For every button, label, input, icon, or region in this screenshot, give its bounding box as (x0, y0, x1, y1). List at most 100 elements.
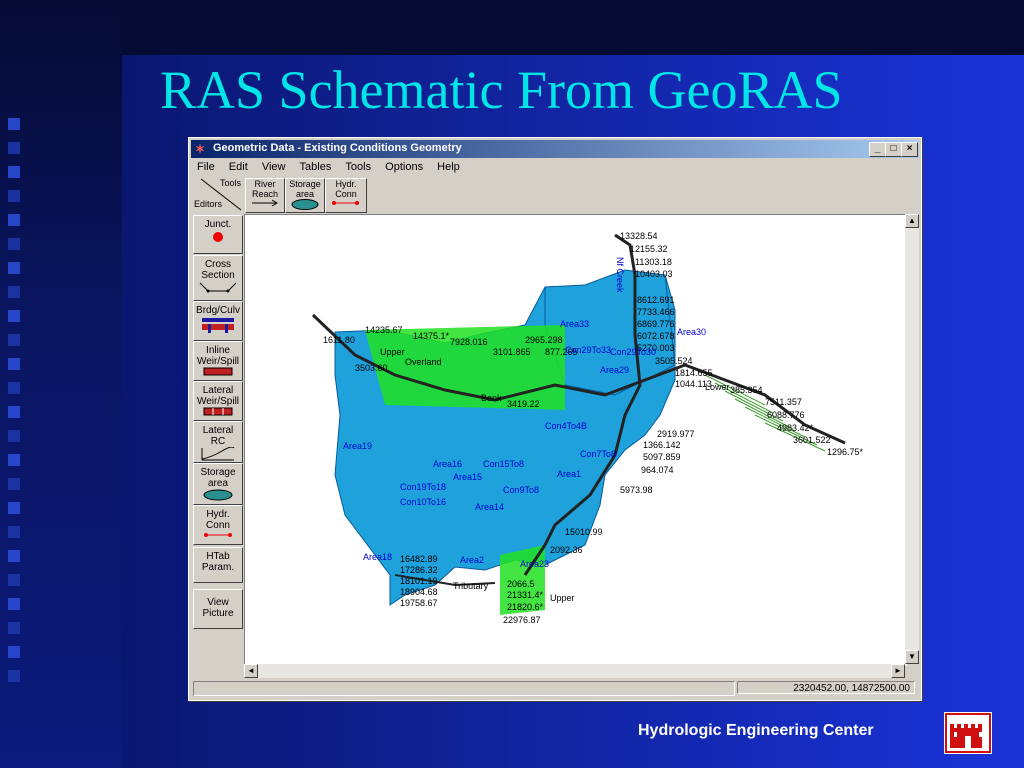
area-label: Area29 (600, 365, 629, 375)
station-label: 3101.865 (493, 347, 531, 357)
station-label: 6072.678 (637, 331, 675, 341)
station-label: 13328.54 (620, 231, 658, 241)
lateral-weir-button[interactable]: Lateral Weir/Spill (193, 381, 243, 421)
lateral-weir-label-2: Weir/Spill (196, 396, 240, 407)
vertical-scrollbar[interactable]: ▲ ▼ (905, 214, 919, 664)
htab-param-button[interactable]: HTab Param. (193, 547, 243, 583)
station-label: 6869.776 (637, 319, 675, 329)
hydr-conn-icon (204, 533, 232, 537)
station-label: 21820.6* (507, 602, 544, 612)
storage-area-label-1: Storage (289, 179, 321, 189)
station-label: 17286.32 (400, 565, 438, 575)
horizontal-scrollbar[interactable]: ◄ ► (244, 664, 905, 678)
area-label: Area1 (557, 469, 581, 479)
storage-area-icon (291, 199, 319, 210)
scroll-down-button[interactable]: ▼ (905, 650, 919, 664)
hydr-conn-label-2: Conn (335, 189, 357, 199)
menu-edit[interactable]: Edit (223, 159, 253, 173)
connection-label: Con4To4B (545, 421, 587, 431)
hydr-conn-button[interactable]: Hydr. Conn (325, 178, 367, 213)
htab-label-2: Param. (201, 562, 235, 573)
station-label: 964.074 (641, 465, 674, 475)
station-label: 3601.522 (793, 435, 831, 445)
connection-label: Con10To16 (400, 497, 446, 507)
connection-label: Con9To8 (503, 485, 539, 495)
window-titlebar[interactable]: ✶ Geometric Data - Existing Conditions G… (191, 140, 919, 158)
hydr-conn-side-label-1: Hydr. (206, 509, 230, 520)
hydr-conn-label-1: Hydr. (335, 179, 357, 189)
maximize-button[interactable]: □ (885, 142, 902, 157)
river-reach-icon (252, 199, 278, 207)
station-label: 7928.016 (450, 337, 488, 347)
storage-area-label-2: area (295, 189, 314, 199)
schematic-canvas[interactable]: 13328.54 12155.32 11303.18 10403.03 8612… (244, 214, 907, 666)
station-label: 16482.89 (400, 554, 438, 564)
inline-weir-button[interactable]: Inline Weir/Spill (193, 341, 243, 381)
station-label: 3503.60 (355, 363, 388, 373)
cross-section-label-2: Section (201, 270, 235, 281)
menu-view[interactable]: View (256, 159, 291, 173)
station-label: 1366.142 (643, 440, 681, 450)
close-button[interactable]: × (901, 142, 918, 157)
area-label: Area18 (363, 552, 392, 562)
hydr-conn-side-button[interactable]: Hydr. Conn (193, 505, 243, 545)
connection-label: Con7To8 (580, 449, 616, 459)
station-label: 18101.19 (400, 576, 438, 586)
editors-label: Editors (194, 199, 223, 209)
storage-area-side-button[interactable]: Storage area (193, 463, 243, 505)
station-label: 12155.32 (630, 244, 668, 254)
scroll-up-button[interactable]: ▲ (905, 214, 919, 228)
bridge-culvert-button[interactable]: Brdg/Culv (193, 301, 243, 341)
inline-weir-icon (203, 367, 233, 376)
minimize-button[interactable]: _ (869, 142, 886, 157)
lateral-weir-icon (203, 407, 233, 416)
schematic-map: 13328.54 12155.32 11303.18 10403.03 8612… (311, 231, 864, 625)
storage-side-label-2: area (207, 478, 228, 489)
reach-label: Nf Creek (615, 257, 625, 293)
view-picture-label-1: View (207, 597, 229, 608)
station-label: 19758.67 (400, 598, 438, 608)
lateral-rc-icon (201, 446, 235, 461)
lateral-weir-label-1: Lateral (202, 385, 234, 396)
hydr-conn-icon (332, 201, 359, 205)
reach-label: Upper (380, 347, 405, 357)
tools-label: Tools (219, 178, 241, 188)
castle-logo (944, 712, 992, 754)
scroll-right-button[interactable]: ► (891, 664, 905, 678)
area-label: Area19 (343, 441, 372, 451)
station-label: 18904.68 (400, 587, 438, 597)
connection-label: Con29To33 (565, 345, 611, 355)
reach-label: Tributary (453, 581, 489, 591)
reach-label: Overland (405, 357, 442, 367)
junction-button[interactable]: Junct. (193, 215, 243, 254)
hydr-conn-side-label-2: Conn (206, 520, 230, 531)
storage-area-button[interactable]: Storage area (285, 178, 325, 213)
view-picture-button[interactable]: View Picture (193, 589, 243, 629)
station-label: 15010.99 (565, 527, 603, 537)
menu-file[interactable]: File (191, 159, 220, 173)
connection-label: Con29To30 (610, 347, 656, 357)
river-reach-button[interactable]: River Reach (245, 178, 285, 213)
menu-help[interactable]: Help (431, 159, 465, 173)
lateral-rc-button[interactable]: Lateral RC (193, 421, 243, 463)
scroll-left-button[interactable]: ◄ (244, 664, 258, 678)
status-coordinates: 2320452.00, 14872500.00 (737, 681, 915, 694)
inline-weir-label-2: Weir/Spill (196, 356, 240, 367)
menu-options[interactable]: Options (379, 159, 428, 173)
bridge-culvert-label: Brdg/Culv (196, 305, 240, 316)
status-bar: 2320452.00, 14872500.00 (191, 681, 917, 696)
menu-tools[interactable]: Tools (339, 159, 376, 173)
menu-bar: File Edit View Tables Tools Options Help (191, 159, 919, 177)
geometric-data-window: ✶ Geometric Data - Existing Conditions G… (188, 137, 922, 701)
station-label: 7733.466 (637, 307, 675, 317)
junction-label: Junct. (204, 219, 232, 230)
cross-section-button[interactable]: Cross Section (193, 255, 243, 301)
connection-label: Con19To18 (400, 482, 446, 492)
storage-side-label-1: Storage (200, 467, 236, 478)
station-label: 1296.75* (827, 447, 864, 457)
slide-top-band (0, 0, 1024, 55)
area-label: Area16 (433, 459, 462, 469)
menu-tables[interactable]: Tables (294, 159, 337, 173)
junction-icon (213, 232, 223, 242)
station-label: 2092.36 (550, 545, 583, 555)
